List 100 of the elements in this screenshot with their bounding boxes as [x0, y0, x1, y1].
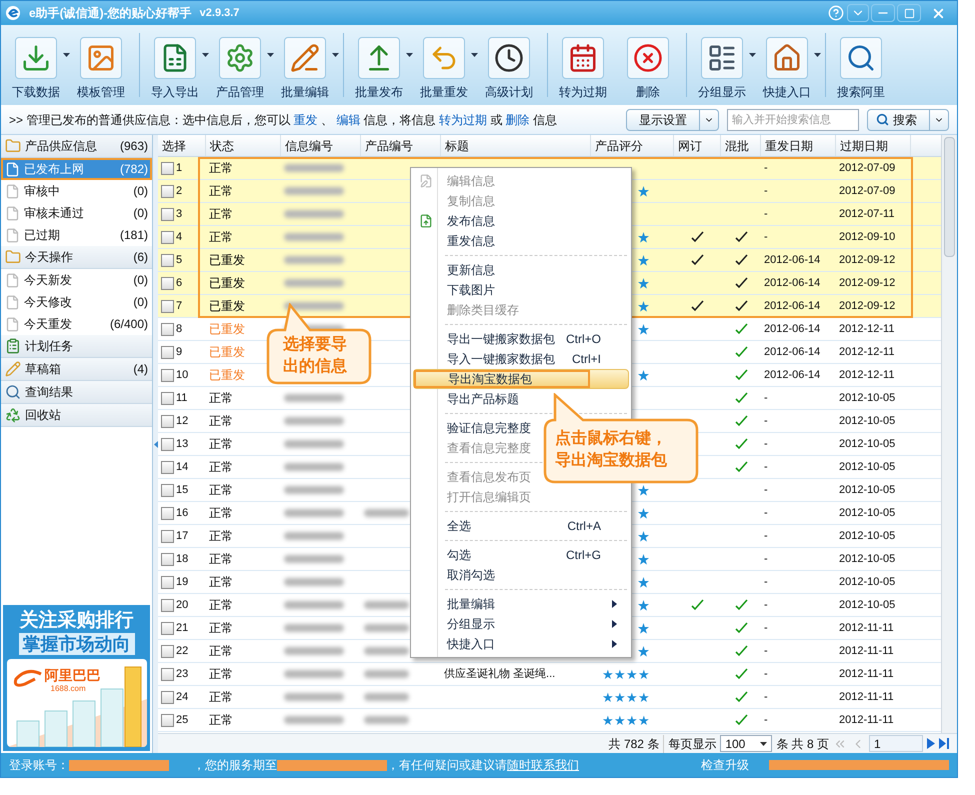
table-cell-text: 供应圣诞礼物 圣诞绳...: [444, 666, 556, 682]
group-count: (4): [133, 361, 148, 378]
group-label: 计划任务: [25, 338, 73, 355]
group-count: (963): [120, 138, 148, 155]
table-cell-text: 2012-11-11: [839, 644, 894, 659]
row-number: 7: [176, 298, 182, 314]
status-text: 正常: [209, 390, 233, 407]
row-number: 20: [176, 598, 188, 613]
row-number: 10: [176, 368, 188, 383]
table-cell-text: 2012-10-05: [839, 598, 896, 613]
table-cell-text: 2012-10-05: [839, 436, 896, 452]
status-text: 正常: [209, 505, 233, 522]
group-label: 草稿箱: [25, 361, 61, 378]
status-text: 正常: [209, 413, 233, 430]
row-number: 6: [176, 276, 182, 291]
row-number: 14: [176, 460, 188, 475]
table-cell-text: 2012-09-12: [839, 298, 896, 314]
table-cell-text: 2012-10-05: [839, 528, 896, 544]
table-cell-text: 2012-12-11: [839, 368, 894, 383]
ad-headline: 关注采购排行: [20, 609, 134, 633]
status-text: 已重发: [209, 344, 245, 361]
row-number: 13: [176, 436, 188, 452]
version-text: v2.9.3.7: [200, 6, 240, 21]
row-number: 9: [176, 344, 182, 360]
status-text: 正常: [209, 436, 233, 453]
table-cell-text: 2012-10-05: [839, 460, 896, 475]
star-icon: ★: [638, 690, 650, 704]
table-cell-text: 2012-10-05: [839, 414, 896, 429]
table-cell-text: -: [764, 528, 768, 544]
table-cell-text: 2012-10-05: [839, 390, 896, 406]
table-cell-text: -: [764, 436, 768, 452]
table-cell-text: 2012-10-05: [839, 574, 896, 590]
table-cell-text: -: [764, 414, 768, 429]
table-cell-text: 2012-07-09: [839, 184, 896, 199]
total-count: 共 782 条: [608, 736, 660, 752]
table-cell-text: -: [764, 460, 768, 475]
status-text: 正常: [209, 459, 233, 476]
row-number: 1: [176, 160, 182, 176]
group-label: 查询结果: [25, 384, 73, 401]
table-cell-text: -: [764, 482, 768, 498]
star-icon: ★: [626, 714, 638, 726]
status-text: 正常: [209, 160, 233, 177]
star-icon: ★: [638, 714, 650, 726]
star-icon: ★: [614, 714, 626, 726]
star-icon: ★: [602, 668, 614, 680]
table-cell-text: 2012-10-05: [839, 506, 896, 521]
group-label: 回收站: [25, 407, 61, 424]
table-cell-text: 2012-06-14: [764, 252, 820, 268]
row-number: 24: [176, 690, 188, 705]
group-label: 产品供应信息: [25, 138, 97, 155]
status-text: 已重发: [209, 367, 245, 384]
window-title: e助手(诚信通)-您的贴心好帮手: [29, 5, 192, 22]
status-text: 正常: [209, 620, 233, 637]
status-text: 已重发: [209, 252, 245, 269]
row-number: 4: [176, 230, 182, 245]
status-text: 正常: [209, 482, 233, 499]
star-icon: ★: [626, 668, 638, 680]
table-cell-text: 2012-09-12: [839, 276, 896, 291]
status-text: 正常: [209, 597, 233, 614]
table-cell-text: 2012-06-14: [764, 322, 820, 337]
table-cell-text: -: [764, 206, 768, 222]
table-cell-text: 2012-07-11: [839, 206, 894, 222]
table-cell-text: -: [764, 230, 768, 245]
table-cell-text: 2012-06-14: [764, 298, 820, 314]
table-cell-text: -: [764, 160, 768, 176]
status-text: 正常: [209, 528, 233, 545]
status-text: 正常: [209, 551, 233, 568]
group-label: 今天操作: [25, 249, 73, 266]
service-text: ，您的服务期至: [193, 757, 277, 774]
status-text: 已重发: [209, 321, 245, 338]
status-text: 正常: [209, 643, 233, 660]
table-cell-text: -: [764, 644, 768, 659]
star-icon: ★: [614, 690, 626, 704]
table-cell-text: 2012-12-11: [839, 344, 894, 360]
group-count: (6): [133, 249, 148, 266]
ad-subline: 掌握市场动向: [18, 633, 134, 655]
contact-text: ，有任何疑问或建议请: [387, 757, 507, 774]
table-cell-text: -: [764, 620, 768, 636]
row-number: 25: [176, 712, 188, 728]
star-icon: ★: [638, 668, 650, 680]
row-number: 2: [176, 184, 182, 199]
table-cell-text: -: [764, 552, 768, 567]
table-cell-text: 2012-11-11: [839, 690, 894, 705]
status-text: 正常: [209, 574, 233, 591]
row-number: 22: [176, 644, 188, 659]
row-number: 19: [176, 574, 188, 590]
table-cell-text: 2012-11-11: [839, 620, 894, 636]
status-text: 正常: [209, 229, 233, 246]
table-cell-text: -: [764, 506, 768, 521]
table-cell-text: 2012-10-05: [839, 482, 896, 498]
star-icon: ★: [602, 714, 614, 726]
instruction-text: >> 管理已发布的普通供应信息：选中信息后，您可以 重发 、 编辑 信息，将信息 转为过期 或 删除 信息: [9, 112, 558, 128]
table-cell-text: 2012-06-14: [764, 276, 820, 291]
star-icon: ★: [614, 668, 626, 680]
row-number: 5: [176, 252, 182, 268]
login-label: 登录账号：: [9, 757, 69, 774]
table-cell-text: 2012-09-12: [839, 252, 896, 268]
status-text: 正常: [209, 183, 233, 200]
callout-text: 点击鼠标右键， 导出淘宝数据包: [555, 428, 667, 471]
status-text: 已重发: [209, 298, 245, 315]
